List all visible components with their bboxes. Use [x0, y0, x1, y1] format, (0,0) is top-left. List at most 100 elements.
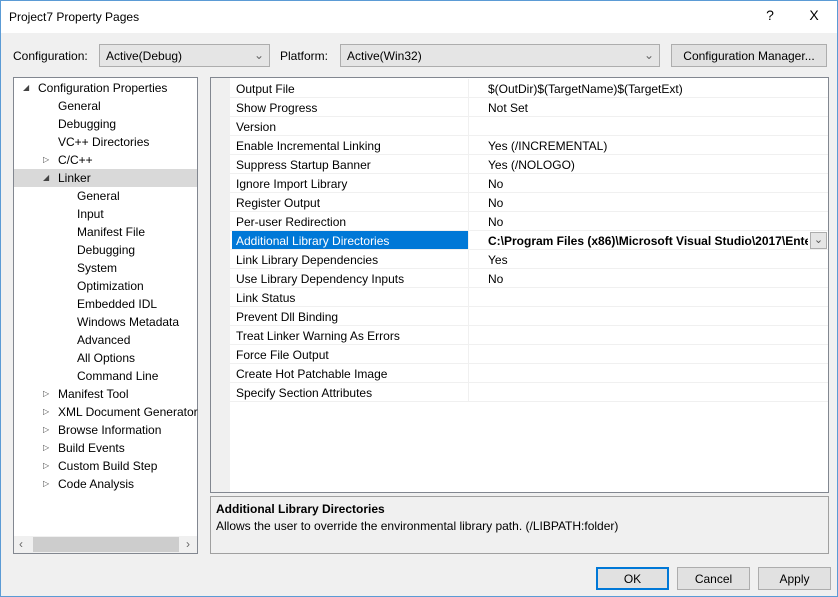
property-row[interactable]: Link Status [230, 288, 828, 307]
column-divider [468, 307, 469, 326]
expand-arrow-icon[interactable]: ▷ [43, 439, 49, 457]
tree-item[interactable]: VC++ Directories [14, 133, 197, 151]
property-name: Show Progress [236, 101, 468, 115]
property-row[interactable]: Output File$(OutDir)$(TargetName)$(Targe… [230, 79, 828, 98]
property-tree[interactable]: ◢Configuration PropertiesGeneralDebuggin… [13, 77, 198, 554]
property-grid[interactable]: Output File$(OutDir)$(TargetName)$(Targe… [210, 77, 829, 493]
column-divider [468, 288, 469, 307]
help-button[interactable]: ? [755, 7, 785, 23]
tree-item[interactable]: General [14, 187, 197, 205]
tree-item[interactable]: Debugging [14, 241, 197, 259]
scrollbar-thumb[interactable] [33, 537, 179, 552]
property-row[interactable]: Force File Output [230, 345, 828, 364]
tree-item-label: Build Events [58, 439, 125, 457]
property-value[interactable]: Not Set [488, 101, 826, 115]
tree-item[interactable]: ▷Code Analysis [14, 475, 197, 493]
configuration-value: Active(Debug) [106, 49, 182, 63]
close-button[interactable]: X [799, 7, 829, 23]
horizontal-scrollbar[interactable]: ‹ › [14, 536, 197, 553]
property-row[interactable]: Register OutputNo [230, 193, 828, 212]
property-value[interactable]: No [488, 272, 826, 286]
tree-item[interactable]: ▷Manifest Tool [14, 385, 197, 403]
scroll-left-icon[interactable]: ‹ [19, 537, 23, 551]
column-divider [468, 212, 469, 231]
title-bar: Project7 Property Pages ? X [1, 1, 837, 33]
expand-arrow-icon[interactable]: ▷ [43, 151, 49, 169]
property-row[interactable]: Link Library Dependencies Yes [230, 250, 828, 269]
property-row[interactable]: Specify Section Attributes [230, 383, 828, 402]
column-divider [468, 193, 469, 212]
property-value[interactable]: Yes (/INCREMENTAL) [488, 139, 826, 153]
tree-item-label: Optimization [77, 277, 144, 295]
property-row[interactable]: Create Hot Patchable Image [230, 364, 828, 383]
property-name: Link Status [236, 291, 468, 305]
property-row[interactable]: Enable Incremental LinkingYes (/INCREMEN… [230, 136, 828, 155]
property-row[interactable]: Use Library Dependency InputsNo [230, 269, 828, 288]
expand-arrow-icon[interactable]: ▷ [43, 457, 49, 475]
expand-arrow-icon[interactable]: ▷ [43, 403, 49, 421]
property-row[interactable]: Show Progress Not Set [230, 98, 828, 117]
property-name: Create Hot Patchable Image [236, 367, 468, 381]
property-name: Version [236, 120, 468, 134]
tree-item[interactable]: System [14, 259, 197, 277]
column-divider [468, 79, 469, 98]
tree-item-label: All Options [77, 349, 135, 367]
configuration-select[interactable]: Active(Debug)⌄ [99, 44, 270, 67]
column-divider [468, 383, 469, 402]
description-title: Additional Library Directories [216, 502, 385, 516]
property-name: Link Library Dependencies [236, 253, 468, 267]
tree-item[interactable]: Input [14, 205, 197, 223]
platform-select[interactable]: Active(Win32)⌄ [340, 44, 660, 67]
tree-item-label: Embedded IDL [77, 295, 157, 313]
property-row[interactable]: Ignore Import LibraryNo [230, 174, 828, 193]
property-value[interactable]: $(OutDir)$(TargetName)$(TargetExt) [488, 82, 826, 96]
ok-button[interactable]: OK [596, 567, 669, 590]
property-row[interactable]: Prevent Dll Binding [230, 307, 828, 326]
property-value[interactable]: No [488, 196, 826, 210]
tree-item[interactable]: Optimization [14, 277, 197, 295]
tree-item[interactable]: Debugging [14, 115, 197, 133]
tree-item[interactable]: ▷Custom Build Step [14, 457, 197, 475]
tree-item[interactable]: Command Line [14, 367, 197, 385]
property-row[interactable]: Treat Linker Warning As Errors [230, 326, 828, 345]
tree-item[interactable]: Windows Metadata [14, 313, 197, 331]
property-row[interactable]: Suppress Startup BannerYes (/NOLOGO) [230, 155, 828, 174]
property-row[interactable]: Version [230, 117, 828, 136]
tree-item-label: C/C++ [58, 151, 93, 169]
expand-arrow-icon[interactable]: ▷ [43, 475, 49, 493]
property-value[interactable]: Yes (/NOLOGO) [488, 158, 826, 172]
tree-item[interactable]: ▷ Build Events [14, 439, 197, 457]
property-row[interactable]: Additional Library DirectoriesC:\Program… [230, 231, 828, 250]
expand-arrow-icon[interactable]: ▷ [43, 385, 49, 403]
property-value[interactable]: No [488, 215, 826, 229]
dropdown-chevron-icon[interactable]: ⌄ [810, 232, 827, 249]
tree-item-label: Debugging [77, 241, 135, 259]
tree-item-label: Manifest File [77, 223, 145, 241]
collapse-arrow-icon[interactable]: ◢ [43, 169, 49, 187]
configuration-label: Configuration: [13, 49, 88, 63]
tree-item[interactable]: ▷Browse Information [14, 421, 197, 439]
property-row[interactable]: Per-user RedirectionNo [230, 212, 828, 231]
apply-button[interactable]: Apply [758, 567, 831, 590]
configuration-manager-button[interactable]: Configuration Manager... [671, 44, 827, 67]
property-value[interactable]: Yes [488, 253, 826, 267]
cancel-button[interactable]: Cancel [677, 567, 750, 590]
tree-item[interactable]: Advanced [14, 331, 197, 349]
collapse-arrow-icon[interactable]: ◢ [23, 79, 29, 97]
tree-item-label: General [77, 187, 120, 205]
tree-item[interactable]: ◢Configuration Properties [14, 79, 197, 97]
tree-item[interactable]: ▷ C/C++ [14, 151, 197, 169]
tree-item[interactable]: Manifest File [14, 223, 197, 241]
tree-item-label: General [58, 97, 101, 115]
expand-arrow-icon[interactable]: ▷ [43, 421, 49, 439]
tree-item[interactable]: ◢Linker [14, 169, 197, 187]
scroll-right-icon[interactable]: › [186, 537, 190, 551]
tree-item[interactable]: ▷XML Document Generator [14, 403, 197, 421]
property-value[interactable]: C:\Program Files (x86)\Microsoft Visual … [488, 234, 808, 248]
tree-item-label: System [77, 259, 117, 277]
tree-item[interactable]: Embedded IDL [14, 295, 197, 313]
column-divider [468, 364, 469, 383]
property-value[interactable]: No [488, 177, 826, 191]
tree-item[interactable]: General [14, 97, 197, 115]
tree-item[interactable]: All Options [14, 349, 197, 367]
